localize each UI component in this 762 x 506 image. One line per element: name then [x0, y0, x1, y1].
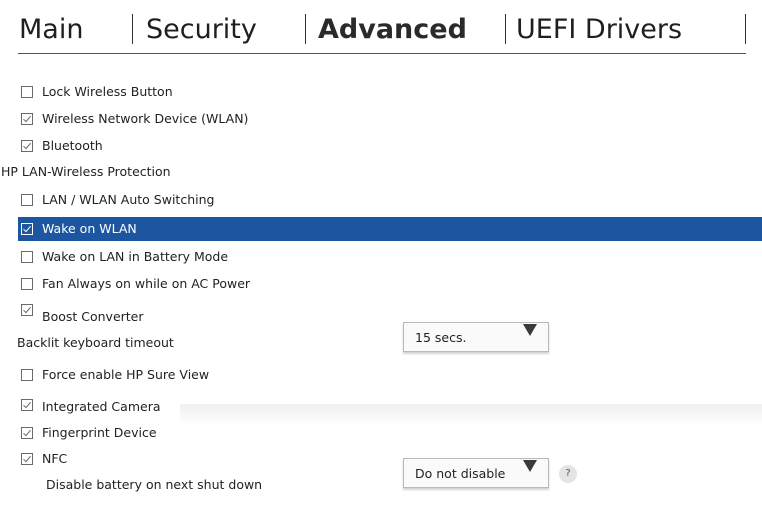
tab-underline [18, 53, 746, 54]
dropdown-value: 15 secs. [415, 330, 467, 345]
tab-divider [505, 14, 506, 44]
checkbox-checked[interactable] [21, 304, 33, 316]
bios-settings-page: Main Security Advanced UEFI Drivers Lock… [0, 0, 762, 506]
checkbox-checked[interactable] [21, 453, 33, 465]
checkbox-checked[interactable] [21, 223, 33, 235]
section-heading-lan-wireless-protection: HP LAN-Wireless Protection [1, 164, 171, 179]
setting-label: LAN / WLAN Auto Switching [42, 192, 215, 207]
setting-label: Backlit keyboard timeout [17, 335, 174, 350]
checkmark-icon [23, 306, 31, 314]
checkbox[interactable] [21, 278, 33, 290]
checkmark-icon [23, 225, 31, 233]
setting-label: NFC [42, 451, 68, 466]
checkbox[interactable] [21, 369, 33, 381]
setting-label: Fan Always on while on AC Power [42, 276, 251, 291]
setting-label: Boost Converter [42, 309, 144, 324]
checkbox[interactable] [21, 194, 33, 206]
tab-security[interactable]: Security [146, 10, 257, 50]
checkbox-checked[interactable] [21, 399, 33, 411]
dropdown-arrow-icon [523, 460, 537, 472]
tab-main[interactable]: Main [19, 10, 83, 50]
checkbox[interactable] [21, 86, 33, 98]
checkmark-icon [23, 429, 31, 437]
checkbox[interactable] [21, 251, 33, 263]
setting-label: Lock Wireless Button [42, 84, 173, 99]
tab-bar: Main Security Advanced UEFI Drivers [0, 0, 762, 58]
dropdown-value: Do not disable [415, 466, 506, 481]
disable-battery-dropdown[interactable]: Do not disable [403, 458, 549, 488]
help-icon[interactable]: ? [559, 465, 577, 483]
checkmark-icon [23, 455, 31, 463]
setting-label: Fingerprint Device [42, 425, 157, 440]
setting-label: Wake on WLAN [42, 221, 137, 236]
shading [180, 404, 762, 426]
setting-wake-on-wlan[interactable]: Wake on WLAN [18, 217, 762, 241]
setting-label: Integrated Camera [42, 399, 161, 414]
setting-label: Force enable HP Sure View [42, 367, 210, 382]
tab-divider [745, 14, 746, 44]
tab-divider [305, 14, 306, 44]
setting-label: Wireless Network Device (WLAN) [42, 111, 249, 126]
setting-label: Wake on LAN in Battery Mode [42, 249, 229, 264]
backlit-timeout-dropdown[interactable]: 15 secs. [403, 322, 549, 352]
checkmark-icon [23, 115, 31, 123]
checkbox-checked[interactable] [21, 140, 33, 152]
dropdown-arrow-icon [523, 324, 537, 336]
checkmark-icon [23, 401, 31, 409]
checkbox-checked[interactable] [21, 113, 33, 125]
tab-divider [132, 14, 133, 44]
checkmark-icon [23, 142, 31, 150]
setting-label: Bluetooth [42, 138, 103, 153]
tab-uefi-drivers[interactable]: UEFI Drivers [516, 10, 682, 50]
checkbox-checked[interactable] [21, 427, 33, 439]
tab-advanced[interactable]: Advanced [318, 10, 467, 50]
setting-label: Disable battery on next shut down [46, 477, 263, 492]
